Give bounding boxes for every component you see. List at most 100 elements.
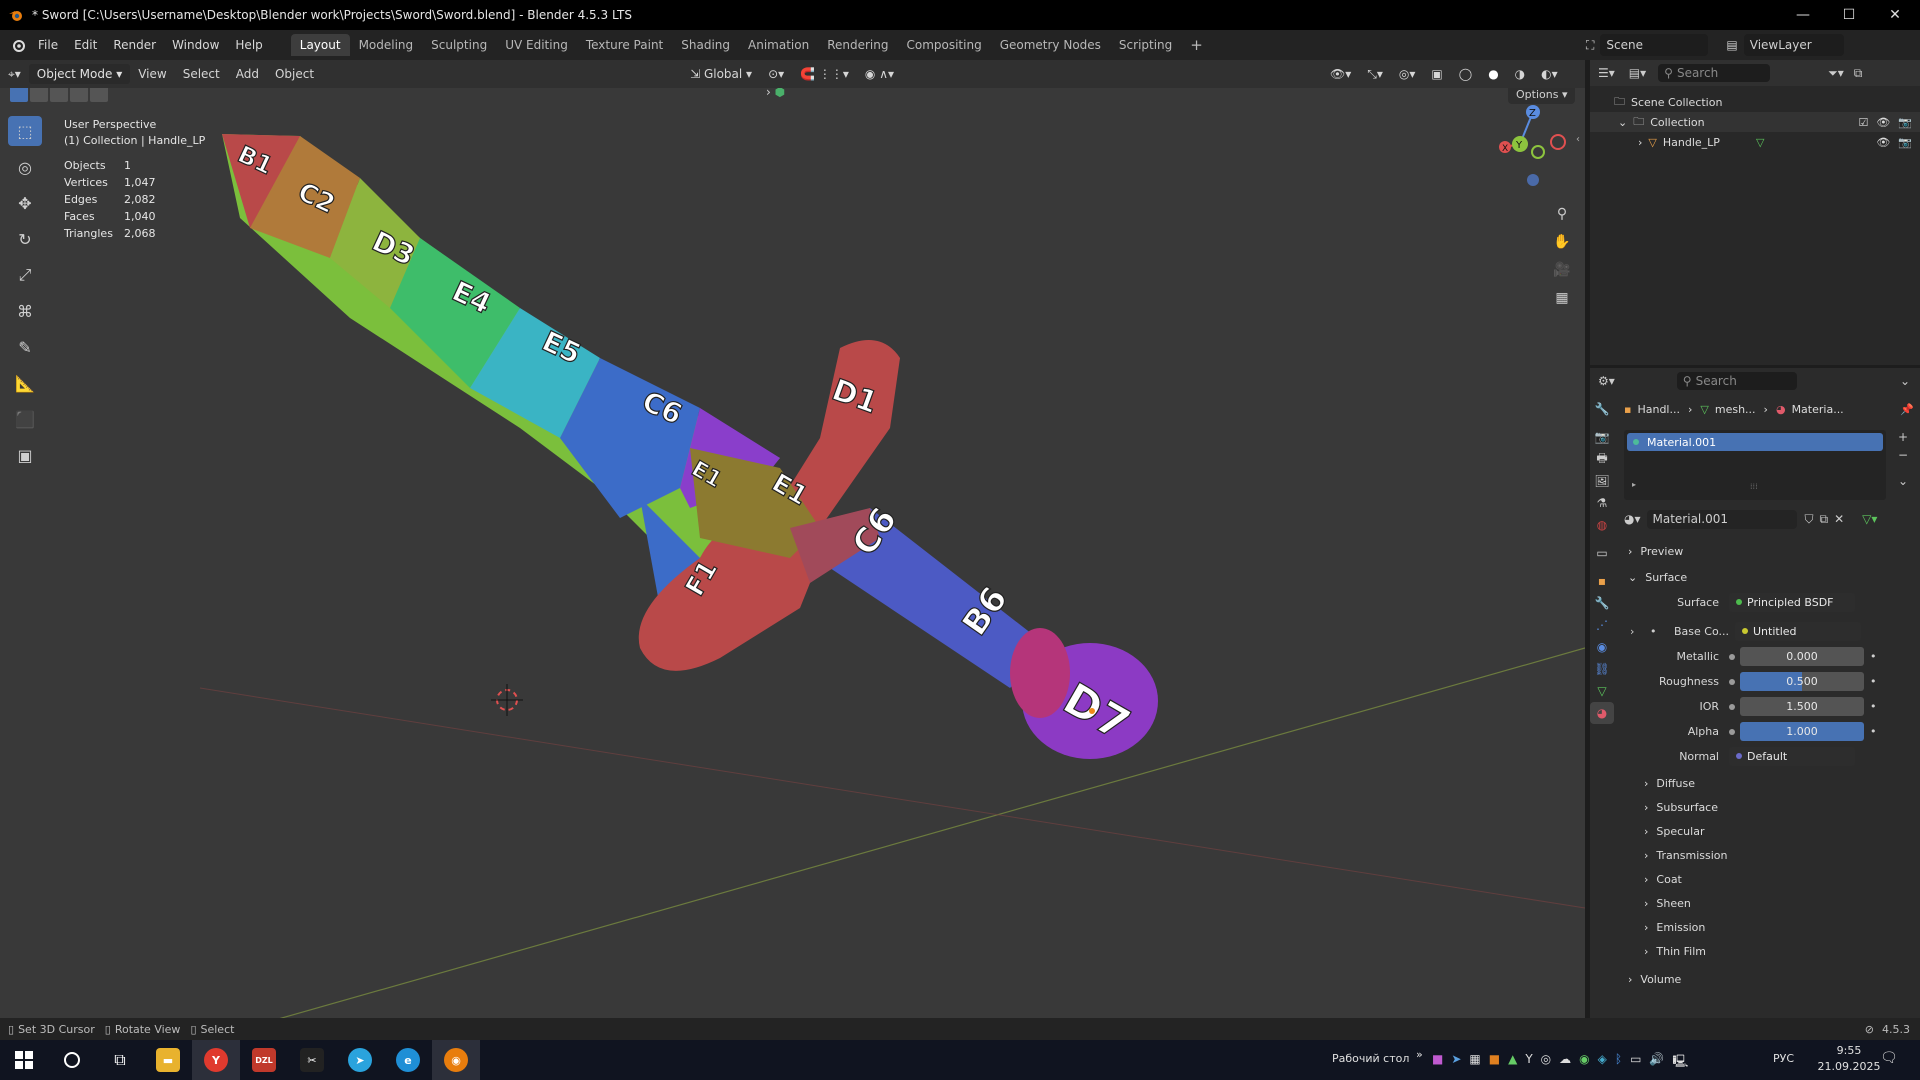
taskbar-app-explorer[interactable]: ▬ <box>144 1040 192 1080</box>
annotate-tool[interactable]: ✎ <box>8 332 42 362</box>
roughness-slider[interactable]: 0.500 <box>1740 672 1864 691</box>
menu-select[interactable]: Select <box>175 64 228 84</box>
object-tab-icon[interactable]: ▪ <box>1590 570 1614 592</box>
transform-orientation-dropdown[interactable]: ⇲ Global ▾ <box>682 64 760 84</box>
alpha-slider[interactable]: 1.000 <box>1740 722 1864 741</box>
tray-shield-icon[interactable]: ◈ <box>1598 1052 1607 1073</box>
remove-slot-button[interactable]: − <box>1898 448 1908 462</box>
section-volume[interactable]: › Volume <box>1624 967 1914 991</box>
search-button[interactable] <box>48 1040 96 1080</box>
tray-yandex-icon[interactable]: Y <box>1525 1052 1532 1073</box>
tab-modeling[interactable]: Modeling <box>350 34 423 56</box>
tab-compositing[interactable]: Compositing <box>897 34 990 56</box>
pivot-icon[interactable]: ⊙▾ <box>760 64 792 84</box>
base-color-input[interactable]: Untitled <box>1735 622 1861 641</box>
zoom-icon[interactable]: ⚲ <box>1548 200 1576 228</box>
collection-tab-icon[interactable]: ▭ <box>1590 542 1614 564</box>
shading-wireframe-icon[interactable]: ◯ <box>1451 64 1480 84</box>
asset-shelf-toggle[interactable]: › ⬢ <box>766 88 785 99</box>
mesh-data-icon[interactable]: ▽ <box>1756 136 1764 149</box>
data-tab-icon[interactable]: ▽ <box>1590 680 1614 702</box>
filter-icon[interactable]: ⏷▾ <box>1828 66 1844 81</box>
taskbar-app-capcut[interactable]: ✂ <box>288 1040 336 1080</box>
select-intersect-icon[interactable] <box>90 88 108 102</box>
unlink-material-icon[interactable]: ✕ <box>1834 512 1844 526</box>
blender-menu-icon[interactable] <box>10 37 26 53</box>
toolbar-overflow-button[interactable]: » <box>1416 1048 1423 1061</box>
render-camera-icon[interactable]: 📷 <box>1898 116 1912 129</box>
3d-cursor[interactable] <box>491 684 523 716</box>
navigation-gizmo[interactable]: Z Y X <box>1495 102 1585 192</box>
notifications-icon[interactable]: 🗨 <box>1880 1050 1898 1066</box>
subpanel-specular[interactable]: › Specular <box>1624 819 1914 843</box>
physics-tab-icon[interactable]: ◉ <box>1590 636 1614 658</box>
render-camera-icon[interactable]: 📷 <box>1898 136 1912 149</box>
subpanel-diffuse[interactable]: › Diffuse <box>1624 771 1914 795</box>
outliner-row-handle-lp[interactable]: › ▽ Handle_LP ▽ 👁 📷 <box>1590 132 1920 152</box>
perspective-toggle-icon[interactable]: ▦ <box>1548 284 1576 312</box>
mode-dropdown[interactable]: Object Mode ▾ <box>28 64 131 84</box>
section-surface[interactable]: ⌄ Surface <box>1624 564 1914 590</box>
transform-tool[interactable]: ⌘ <box>8 296 42 326</box>
section-preview[interactable]: › Preview <box>1624 538 1914 564</box>
taskbar-app-dzl[interactable]: DZL <box>240 1040 288 1080</box>
shading-solid-icon[interactable]: ● <box>1480 64 1506 84</box>
normal-input[interactable]: Default <box>1729 747 1855 766</box>
tray-orange-icon[interactable]: ■ <box>1489 1052 1500 1073</box>
select-box-tool[interactable]: ⬚ <box>8 116 42 146</box>
scene-selector[interactable]: Scene <box>1600 34 1709 56</box>
outliner-editor-icon[interactable]: ☰▾ <box>1598 66 1615 80</box>
exclude-checkbox-icon[interactable]: ☑ <box>1858 116 1868 129</box>
add-workspace-button[interactable]: + <box>1181 32 1212 58</box>
maximize-button[interactable]: ☐ <box>1826 0 1872 30</box>
taskbar-app-edge[interactable]: e <box>384 1040 432 1080</box>
tray-green-icon[interactable]: ▲ <box>1508 1052 1517 1073</box>
cursor-tool[interactable]: ◎ <box>8 152 42 182</box>
subpanel-thin-film[interactable]: › Thin Film <box>1624 939 1914 963</box>
network-icon[interactable]: 🖳 <box>1672 1052 1688 1073</box>
render-tab-icon[interactable]: 📷 <box>1590 426 1614 448</box>
slot-menu-icon[interactable]: ⌄ <box>1898 474 1908 488</box>
link-data-icon[interactable]: ▽▾ <box>1862 512 1877 526</box>
subpanel-emission[interactable]: › Emission <box>1624 915 1914 939</box>
snap-icon[interactable]: 🧲 ⋮⋮▾ <box>792 64 857 84</box>
browse-material-icon[interactable]: ◕▾ <box>1624 512 1641 526</box>
menu-help[interactable]: Help <box>227 38 270 52</box>
select-invert-icon[interactable] <box>70 88 88 102</box>
minimize-button[interactable]: — <box>1780 0 1826 30</box>
view-layer-tab-icon[interactable]: 🖼 <box>1590 470 1614 492</box>
keyframe-dot-icon[interactable]: • <box>1870 700 1877 713</box>
modifier-tab-icon[interactable]: 🔧 <box>1590 592 1614 614</box>
material-name-field[interactable]: Material.001 <box>1646 509 1797 529</box>
tray-cloud-icon[interactable]: ☁ <box>1559 1052 1571 1073</box>
outliner-search-input[interactable]: ⚲ Search <box>1658 64 1771 82</box>
sidebar-toggle[interactable]: ‹ <box>1576 134 1580 145</box>
clock[interactable]: 9:55 21.09.2025 <box>1808 1043 1890 1075</box>
add-mesh-tool[interactable]: ▣ <box>8 440 42 470</box>
camera-view-icon[interactable]: 🎥 <box>1548 256 1576 284</box>
visibility-eye-icon[interactable]: 👁 <box>1876 116 1890 129</box>
surface-shader-selector[interactable]: Principled BSDF <box>1729 593 1855 612</box>
expand-arrow-icon[interactable]: › <box>1638 136 1642 149</box>
menu-add[interactable]: Add <box>228 64 267 84</box>
outliner-row-scene-collection[interactable]: 🗀 Scene Collection <box>1590 92 1920 112</box>
task-view-button[interactable]: ⧉ <box>96 1040 144 1080</box>
menu-file[interactable]: File <box>30 38 66 52</box>
output-tab-icon[interactable]: 🖶 <box>1590 448 1614 470</box>
subpanel-subsurface[interactable]: › Subsurface <box>1624 795 1914 819</box>
constraints-tab-icon[interactable]: ⛓ <box>1590 658 1614 680</box>
language-indicator[interactable]: РУС <box>1773 1052 1794 1065</box>
tab-animation[interactable]: Animation <box>739 34 818 56</box>
move-tool[interactable]: ✥ <box>8 188 42 218</box>
tool-tab-icon[interactable]: 🔧 <box>1590 398 1614 420</box>
scene-tab-icon[interactable]: ⚗ <box>1590 492 1614 514</box>
fake-user-icon[interactable]: ⛉ <box>1805 512 1814 527</box>
keyframe-dot-icon[interactable]: • <box>1870 725 1877 738</box>
tray-calc-icon[interactable]: ▦ <box>1469 1052 1480 1073</box>
xray-toggle-icon[interactable]: ▣ <box>1423 64 1450 84</box>
subpanel-transmission[interactable]: › Transmission <box>1624 843 1914 867</box>
visibility-icon[interactable]: 👁▾ <box>1322 64 1359 84</box>
visibility-eye-icon[interactable]: 👁 <box>1876 136 1890 149</box>
tab-sculpting[interactable]: Sculpting <box>422 34 496 56</box>
speaker-icon[interactable]: 🔊 <box>1649 1052 1664 1073</box>
